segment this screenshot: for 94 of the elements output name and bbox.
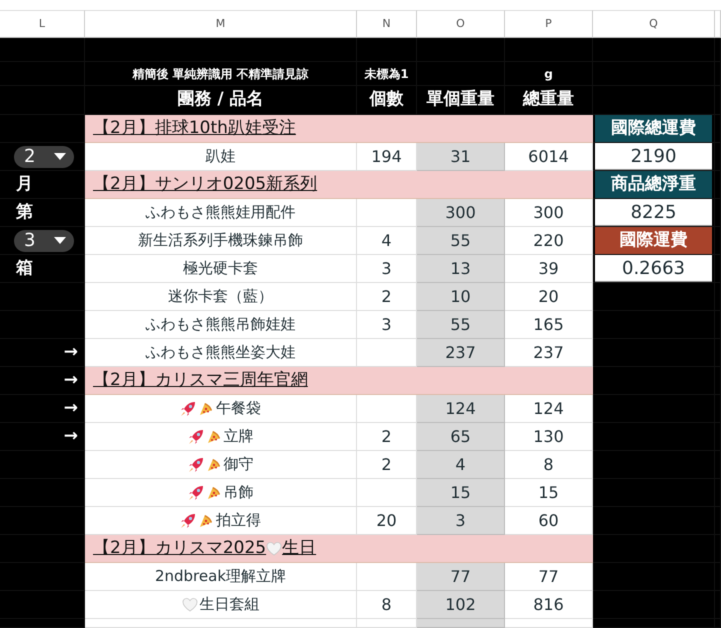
item-name: ふわもさ熊熊吊飾娃娃: [146, 314, 296, 336]
total-cell: 15: [505, 479, 593, 507]
item-name: 御守: [224, 454, 254, 476]
group-title: 生日: [282, 536, 316, 560]
column-header: L: [0, 10, 85, 38]
item-name: 趴娃: [206, 146, 236, 168]
item-name: 生日套組: [200, 594, 260, 616]
pizza-icon: [198, 512, 214, 528]
rocket-icon: [180, 512, 196, 528]
weight-cell: 4: [417, 451, 505, 479]
summary-value: 2190: [595, 143, 712, 170]
arrow-text: →: [0, 339, 85, 367]
item-name: ふわもさ熊熊坐姿大娃: [146, 342, 296, 364]
rocket-icon: [180, 400, 196, 416]
rocket-icon: [188, 428, 204, 444]
item-name: 拍立得: [216, 510, 261, 532]
item-name: 立牌: [224, 426, 254, 448]
weight-cell: 15: [417, 479, 505, 507]
number-dropdown[interactable]: 2: [14, 146, 74, 168]
arrow-text: →: [0, 395, 85, 423]
count-cell: 8: [357, 591, 417, 619]
pizza-icon: [198, 400, 214, 416]
total-cell: 124: [505, 395, 593, 423]
total-cell: 20: [505, 283, 593, 311]
item-name: 吊飾: [224, 482, 254, 504]
weight-cell: 65: [417, 423, 505, 451]
column-header: P: [505, 10, 593, 38]
total-cell: 237: [505, 339, 593, 367]
item-name: 新生活系列手機珠鍊吊飾: [138, 230, 303, 252]
weight-cell: 10: [417, 283, 505, 311]
note-text: 未標為1: [357, 62, 417, 86]
column-title: 團務 / 品名: [85, 86, 357, 115]
column-header: N: [357, 10, 417, 38]
weight-cell: 300: [417, 199, 505, 227]
arrow-text: →: [0, 423, 85, 451]
rocket-icon: [188, 456, 204, 472]
pizza-icon: [206, 428, 222, 444]
count-cell: 2: [357, 451, 417, 479]
unit-text: g: [505, 62, 593, 86]
side-label: 箱: [0, 255, 85, 283]
weight-cell: 124: [417, 395, 505, 423]
weight-cell: 237: [417, 339, 505, 367]
weight-cell: 102: [417, 591, 505, 619]
heart-icon: [182, 596, 198, 612]
total-cell: 6014: [505, 143, 593, 171]
item-name: 午餐袋: [216, 398, 261, 420]
total-cell: 130: [505, 423, 593, 451]
column-title: 單個重量: [417, 86, 505, 115]
summary-value: 0.2663: [595, 255, 712, 282]
summary-value: 8225: [595, 199, 712, 226]
column-header: M: [85, 10, 357, 38]
side-label: 第: [0, 199, 85, 227]
item-name: 迷你卡套（藍）: [168, 286, 273, 308]
pizza-icon: [206, 456, 222, 472]
count-cell: 20: [357, 507, 417, 535]
note-text: 精簡後 單純辨識用 不精準請見諒: [85, 62, 357, 86]
column-title: 總重量: [505, 86, 593, 115]
count-cell: 3: [357, 311, 417, 339]
summary-heading: 國際總運費: [595, 115, 712, 142]
total-cell: 8: [505, 451, 593, 479]
total-cell: 77: [505, 563, 593, 591]
total-cell: 60: [505, 507, 593, 535]
weight-cell: 55: [417, 311, 505, 339]
weight-cell: 3: [417, 507, 505, 535]
side-label: 月: [0, 171, 85, 199]
caret-icon: [54, 152, 66, 160]
arrow-text: →: [0, 367, 85, 395]
number-dropdown[interactable]: 3: [14, 230, 74, 252]
weight-cell: 13: [417, 255, 505, 283]
heart-icon: [266, 540, 282, 556]
total-cell: 220: [505, 227, 593, 255]
total-cell: 816: [505, 591, 593, 619]
total-cell: 165: [505, 311, 593, 339]
total-cell: 39: [505, 255, 593, 283]
item-name: ふわもさ熊熊娃用配件: [146, 202, 296, 224]
count-cell: 4: [357, 227, 417, 255]
count-cell: 2: [357, 283, 417, 311]
weight-cell: 55: [417, 227, 505, 255]
summary-heading: 國際運費: [595, 227, 712, 254]
pizza-icon: [206, 484, 222, 500]
column-title: 個數: [357, 86, 417, 115]
caret-icon: [54, 236, 66, 244]
weight-cell: 77: [417, 563, 505, 591]
rocket-icon: [188, 484, 204, 500]
column-header: O: [417, 10, 505, 38]
item-name: 2ndbreak理解立牌: [154, 566, 286, 588]
column-header: Q: [593, 10, 715, 38]
count-cell: 3: [357, 255, 417, 283]
count-cell: 194: [357, 143, 417, 171]
summary-heading: 商品總淨重: [595, 171, 712, 198]
total-cell: 300: [505, 199, 593, 227]
count-cell: 2: [357, 423, 417, 451]
item-name: 極光硬卡套: [183, 258, 258, 280]
weight-cell: 31: [417, 143, 505, 171]
